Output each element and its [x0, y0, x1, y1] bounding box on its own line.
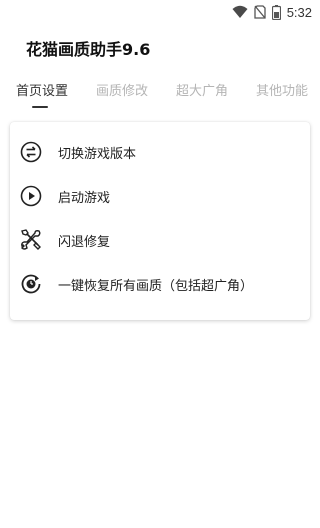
switch-icon — [19, 140, 43, 164]
menu-item-restore-all[interactable]: 一键恢复所有画质（包括超广角） — [10, 264, 310, 304]
tab-home-settings[interactable]: 首页设置 — [16, 80, 68, 99]
sim-no-signal-icon — [254, 5, 266, 19]
tab-other-functions[interactable]: 其他功能 — [256, 80, 308, 99]
tab-indicator — [32, 106, 48, 108]
menu-item-switch-version[interactable]: 切换游戏版本 — [10, 132, 310, 172]
status-bar: 5:32 — [0, 0, 320, 24]
play-circle-icon — [19, 184, 43, 208]
battery-icon — [271, 4, 281, 20]
tab-bar: 首页设置 画质修改 超大广角 其他功能 — [0, 76, 320, 110]
tools-icon — [19, 228, 43, 252]
tab-wide-angle[interactable]: 超大广角 — [176, 80, 228, 99]
menu-item-label: 切换游戏版本 — [58, 146, 137, 162]
status-time: 5:32 — [286, 4, 312, 20]
menu-item-label: 一键恢复所有画质（包括超广角） — [58, 278, 254, 294]
menu-item-crash-fix[interactable]: 闪退修复 — [10, 220, 310, 260]
app-title: 花猫画质助手9.6 — [26, 40, 151, 59]
menu-item-label: 闪退修复 — [58, 234, 111, 250]
menu-item-launch-game[interactable]: 启动游戏 — [10, 176, 310, 216]
menu-card: 切换游戏版本 启动游戏 闪退修复 一键恢复所有画质（包括超广角） — [10, 122, 310, 320]
tab-quality-modify[interactable]: 画质修改 — [96, 80, 148, 99]
menu-item-label: 启动游戏 — [58, 190, 111, 206]
wifi-icon — [232, 5, 248, 19]
restore-icon — [19, 272, 43, 296]
